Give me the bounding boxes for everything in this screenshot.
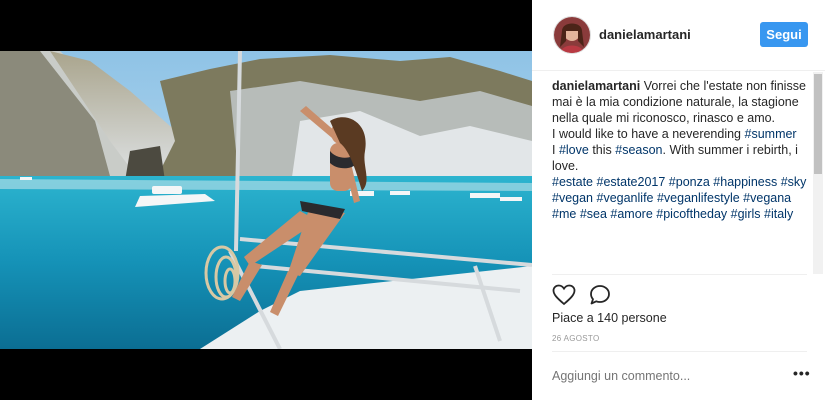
divider	[552, 274, 807, 275]
hashtag-link[interactable]: #veganlife	[597, 191, 654, 205]
post-date[interactable]: 26 AGOSTO	[552, 334, 599, 343]
caption-paragraph: #estate #estate2017 #ponza #happiness #s…	[552, 174, 807, 222]
avatar-image	[554, 17, 590, 53]
comments-scrollbar[interactable]	[813, 72, 823, 274]
hashtag-link[interactable]: #estate2017	[597, 175, 666, 189]
hashtag-link[interactable]: #picoftheday	[656, 207, 727, 221]
caption-text: I	[552, 143, 559, 157]
follow-button[interactable]: Segui	[760, 22, 808, 47]
caption-paragraph: I #love this #season. With summer i rebi…	[552, 142, 807, 174]
add-comment-input[interactable]	[552, 369, 772, 383]
hashtag-link[interactable]: #estate	[552, 175, 593, 189]
caption-area: danielamartani Vorrei che l'estate non f…	[552, 78, 807, 273]
divider	[552, 351, 807, 352]
hashtag-link[interactable]: #vegan	[552, 191, 593, 205]
post-photo[interactable]	[0, 51, 532, 349]
avatar[interactable]	[553, 16, 591, 54]
caption-username[interactable]: danielamartani	[552, 79, 640, 93]
hashtag-link[interactable]: #summer	[745, 127, 797, 141]
hashtag-link[interactable]: #amore	[610, 207, 652, 221]
hashtag-link[interactable]: #ponza	[669, 175, 710, 189]
hashtag-link[interactable]: #sky	[781, 175, 807, 189]
hashtag-link[interactable]: #italy	[764, 207, 793, 221]
caption-paragraph: danielamartani Vorrei che l'estate non f…	[552, 78, 807, 126]
post-header: danielamartani Segui	[532, 0, 825, 71]
hashtag-link[interactable]: #happiness	[713, 175, 777, 189]
post-media	[0, 0, 532, 400]
caption-paragraph: I would like to have a neverending #summ…	[552, 126, 807, 142]
scrollbar-thumb[interactable]	[814, 74, 822, 174]
caption-text: I would like to have a neverending	[552, 127, 745, 141]
hashtag-link[interactable]: #me	[552, 207, 576, 221]
heart-icon[interactable]	[552, 283, 576, 307]
likes-count[interactable]: Piace a 140 persone	[552, 311, 667, 325]
hashtag-link[interactable]: #veganlifestyle	[657, 191, 740, 205]
hashtag-link[interactable]: #sea	[580, 207, 607, 221]
hashtag-link[interactable]: #vegana	[743, 191, 791, 205]
comment-icon[interactable]	[588, 283, 612, 307]
post-panel: danielamartani Segui danielamartani Vorr…	[532, 0, 825, 400]
hashtag-link[interactable]: #season	[615, 143, 662, 157]
post-username[interactable]: danielamartani	[599, 27, 691, 42]
more-options-icon[interactable]: •••	[793, 365, 811, 381]
caption-text: this	[588, 143, 616, 157]
photo-illustration	[0, 51, 532, 349]
hashtag-link[interactable]: #love	[559, 143, 589, 157]
hashtag-link[interactable]: #girls	[731, 207, 761, 221]
